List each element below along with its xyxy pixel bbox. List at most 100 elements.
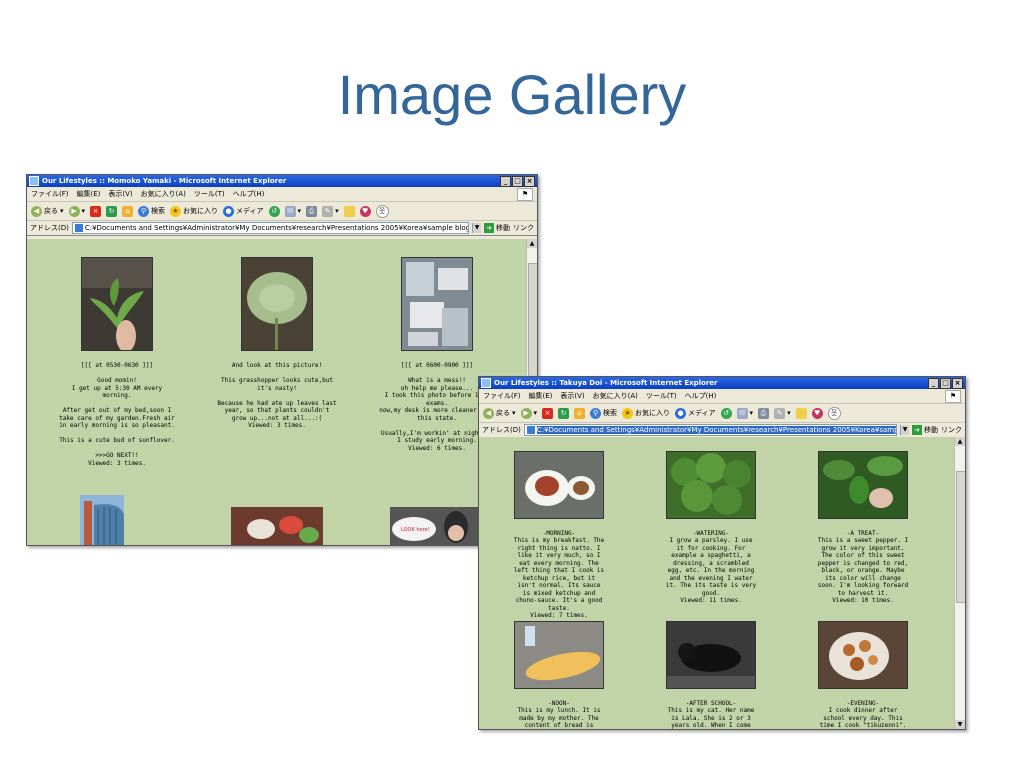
browser-window-momoko[interactable]: Our Lifestyles :: Momoko Yamaki - Micros… xyxy=(26,174,538,546)
forward-button[interactable]: ▶ ▾ xyxy=(68,205,85,217)
print-button[interactable]: ⎙ xyxy=(758,407,770,419)
minimize-icon[interactable]: _ xyxy=(500,175,511,187)
cat-photo[interactable] xyxy=(666,621,756,689)
history-button[interactable]: ↺ xyxy=(268,205,280,217)
media-button[interactable]: ● メディア xyxy=(223,205,264,217)
refresh-button[interactable]: ↻ xyxy=(106,205,118,217)
maximize-icon[interactable]: □ xyxy=(512,175,523,187)
address-label: アドレス(D) xyxy=(30,224,69,232)
search-button[interactable]: ⚲ 検索 xyxy=(138,205,165,217)
lunch-bread-photo[interactable] xyxy=(514,621,604,689)
address-label: アドレス(D) xyxy=(482,426,521,434)
breakfast-photo[interactable] xyxy=(514,451,604,519)
print-button[interactable]: ⎙ xyxy=(306,205,318,217)
messenger-button[interactable]: ♥ xyxy=(359,205,371,217)
sprout-photo[interactable] xyxy=(81,257,153,352)
menu-help[interactable]: ヘルプ(H) xyxy=(233,189,265,199)
folder-button[interactable] xyxy=(343,205,355,217)
search-icon: ⚲ xyxy=(590,407,602,419)
stop-icon: × xyxy=(542,407,554,419)
stop-button[interactable]: × xyxy=(542,407,554,419)
home-button[interactable]: ⌂ xyxy=(122,205,134,217)
media-button[interactable]: ● メディア xyxy=(675,407,716,419)
windows-logo-icon: ⚑ xyxy=(517,188,533,201)
scroll-thumb[interactable] xyxy=(956,471,965,603)
user-icon: 웃 xyxy=(827,406,841,420)
search-button[interactable]: ⚲ 検索 xyxy=(590,407,617,419)
links-button[interactable]: リンク xyxy=(941,425,962,435)
mail-button[interactable]: ✉ ▾ xyxy=(284,205,301,217)
menu-edit[interactable]: 編集(E) xyxy=(77,189,101,199)
sweet-pepper-photo[interactable] xyxy=(818,451,908,519)
close-icon[interactable]: × xyxy=(524,175,535,187)
close-icon[interactable]: × xyxy=(952,377,963,389)
item-description: Good momin! I get up at 5:30 AM every mo… xyxy=(59,377,175,459)
favorites-button[interactable]: ★ お気に入り xyxy=(170,205,218,217)
slide-title: Image Gallery xyxy=(337,63,687,126)
menu-view[interactable]: 表示(V) xyxy=(108,189,132,199)
menu-favorites[interactable]: お気に入り(A) xyxy=(593,391,638,401)
sign-photo[interactable]: LOOK here! xyxy=(390,507,478,545)
menu-tools[interactable]: ツール(T) xyxy=(194,189,225,199)
address-input[interactable]: C:¥Documents and Settings¥Administrator¥… xyxy=(523,424,897,436)
menu-edit[interactable]: 編集(E) xyxy=(529,391,553,401)
gallery-item: -MORNING- This is my breakfast. The righ… xyxy=(513,451,605,620)
browser-window-takuya[interactable]: Our Lifestyles :: Takuya Doi - Microsoft… xyxy=(478,376,966,730)
go-button[interactable]: ➔ 移動 xyxy=(484,223,510,233)
stop-button[interactable]: × xyxy=(90,205,102,217)
history-button[interactable]: ↺ xyxy=(720,407,732,419)
menu-tools[interactable]: ツール(T) xyxy=(646,391,677,401)
item-heading: [[[ at 0600-0900 ]]] xyxy=(400,361,474,369)
parsley-photo[interactable] xyxy=(666,451,756,519)
star-icon: ★ xyxy=(622,407,634,419)
menu-help[interactable]: ヘルプ(H) xyxy=(685,391,717,401)
address-input[interactable]: C:¥Documents and Settings¥Administrator¥… xyxy=(71,222,469,234)
folder-button[interactable] xyxy=(795,407,807,419)
favorites-button[interactable]: ★ お気に入り xyxy=(622,407,670,419)
back-button[interactable]: ◀ 戻る ▾ xyxy=(483,407,516,419)
food-photo[interactable] xyxy=(231,507,323,545)
vertical-scrollbar[interactable]: ▲ ▼ xyxy=(954,437,965,729)
mail-button[interactable]: ✉ ▾ xyxy=(736,407,753,419)
go-arrow-icon: ➔ xyxy=(484,223,494,233)
home-button[interactable]: ⌂ xyxy=(574,407,586,419)
messenger-button[interactable]: ♥ xyxy=(811,407,823,419)
go-button[interactable]: ➔ 移動 xyxy=(912,425,938,435)
grasshopper-photo[interactable] xyxy=(241,257,313,351)
item-description: This is a sweet pepper. I grow it very i… xyxy=(817,537,909,597)
edit-button[interactable]: ✎ ▾ xyxy=(774,407,791,419)
scroll-down-icon[interactable]: ▼ xyxy=(955,720,965,729)
item-heading: -A TREAT- xyxy=(846,529,880,537)
title-bar[interactable]: Our Lifestyles :: Takuya Doi - Microsoft… xyxy=(479,377,965,389)
address-dropdown-icon[interactable]: ▼ xyxy=(472,223,481,233)
menu-favorites[interactable]: お気に入り(A) xyxy=(141,189,186,199)
gallery-item: -WATERING- I grow a parsley. I use it fo… xyxy=(665,451,757,605)
menu-file[interactable]: ファイル(F) xyxy=(483,391,521,401)
gallery-item: [[[ at 0530-0630 ]]] Good momin! I get u… xyxy=(57,257,177,467)
edit-button[interactable]: ✎ ▾ xyxy=(322,205,339,217)
refresh-button[interactable]: ↻ xyxy=(558,407,570,419)
menu-file[interactable]: ファイル(F) xyxy=(31,189,69,199)
menu-bar: ファイル(F) 編集(E) 表示(V) お気に入り(A) ツール(T) ヘルプ(… xyxy=(27,187,537,202)
item-heading: -NOON- xyxy=(548,699,570,707)
forward-button[interactable]: ▶ ▾ xyxy=(520,407,537,419)
building-photo[interactable] xyxy=(80,495,124,545)
printer-icon: ⎙ xyxy=(758,407,770,419)
back-button[interactable]: ◀ 戻る ▾ xyxy=(31,205,64,217)
stop-icon: × xyxy=(90,205,102,217)
ie-icon xyxy=(481,378,491,388)
maximize-icon[interactable]: □ xyxy=(940,377,951,389)
user-button[interactable]: 웃 xyxy=(375,204,389,218)
item-description: This is my breakfast. The right thing is… xyxy=(513,537,605,612)
links-button[interactable]: リンク xyxy=(513,223,534,233)
user-button[interactable]: 웃 xyxy=(827,406,841,420)
address-dropdown-icon[interactable]: ▼ xyxy=(900,425,909,435)
menu-view[interactable]: 表示(V) xyxy=(560,391,584,401)
minimize-icon[interactable]: _ xyxy=(928,377,939,389)
scroll-up-icon[interactable]: ▲ xyxy=(955,437,965,446)
title-bar[interactable]: Our Lifestyles :: Momoko Yamaki - Micros… xyxy=(27,175,537,187)
dinner-photo[interactable] xyxy=(818,621,908,689)
scroll-up-icon[interactable]: ▲ xyxy=(527,239,537,248)
messy-desk-photo[interactable] xyxy=(401,257,473,351)
messenger-icon: ♥ xyxy=(811,407,823,419)
